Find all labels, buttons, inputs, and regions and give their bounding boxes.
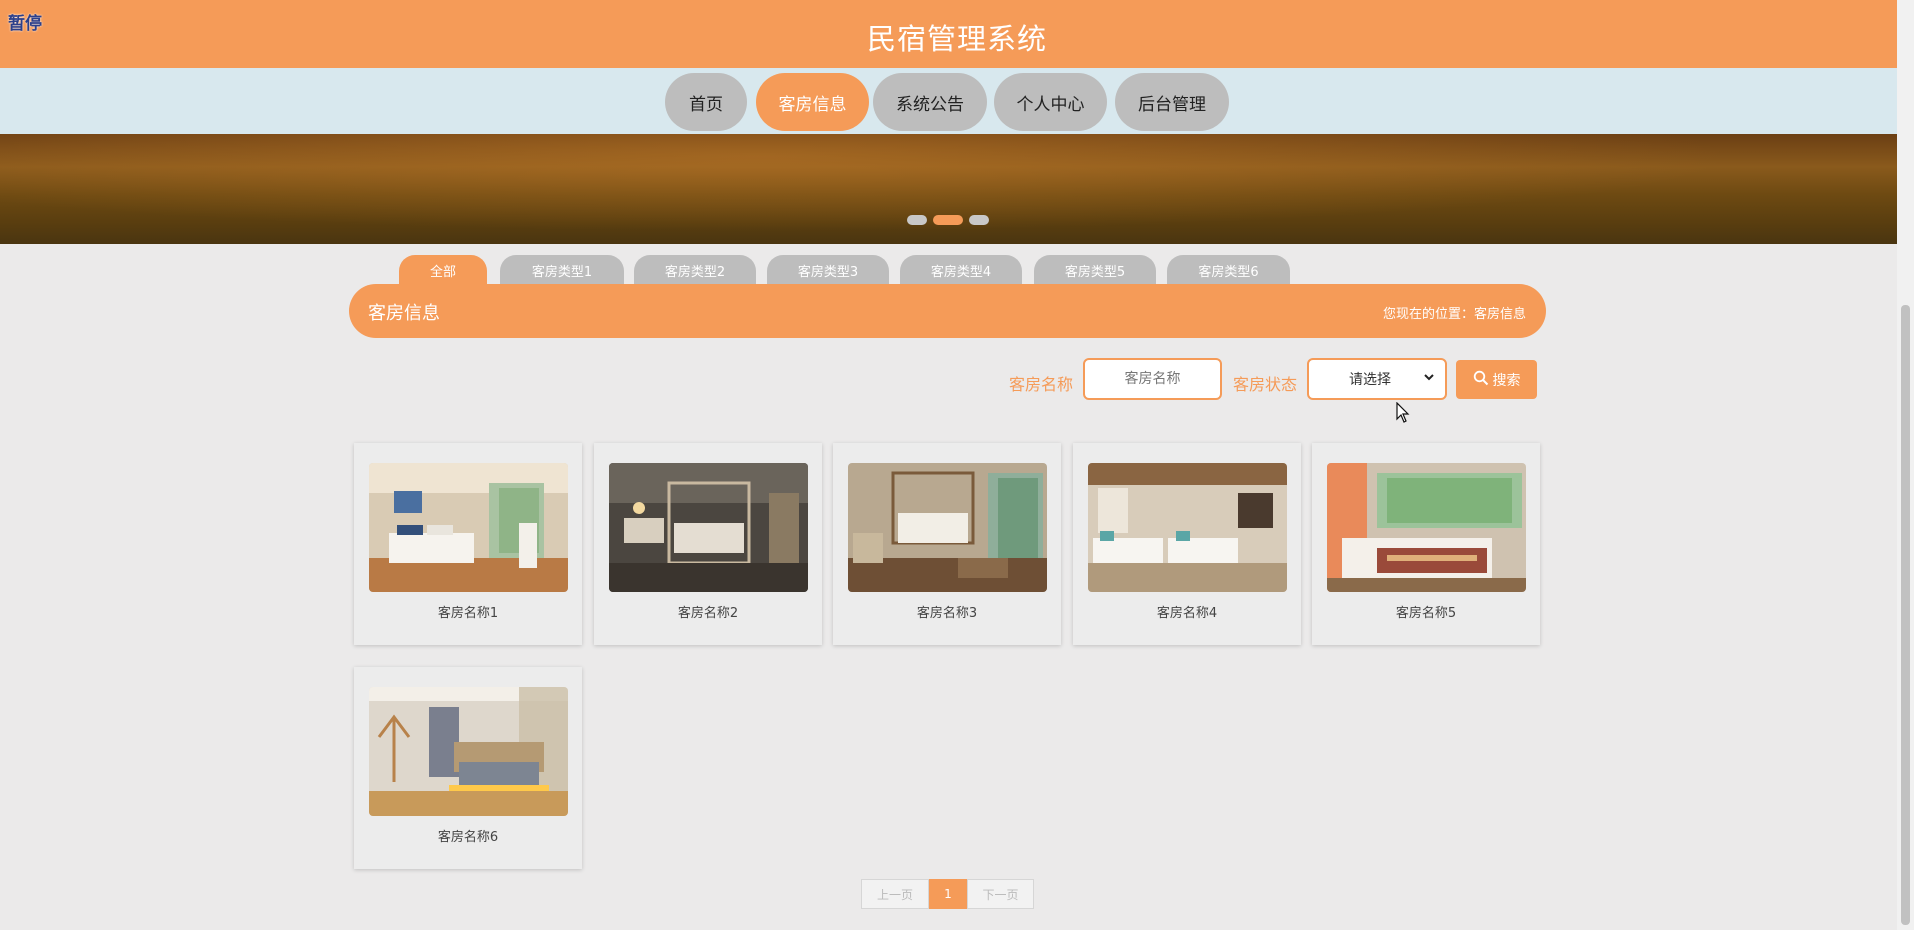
breadcrumb: 您现在的位置：客房信息 — [1382, 307, 1526, 322]
pause-label[interactable]: 暂停 — [8, 9, 42, 34]
main-nav: 首页 客房信息 系统公告 个人中心 后台管理 — [0, 68, 1897, 134]
room-image[interactable] — [609, 463, 808, 592]
room-status-value: 请选择 — [1349, 372, 1391, 388]
room-name[interactable]: 客房名称5 — [1312, 602, 1540, 621]
scroll-thumb[interactable] — [1901, 305, 1910, 925]
section-header: 客房信息 您现在的位置：客房信息 — [349, 284, 1546, 338]
site-title: 民宿管理系统 — [866, 22, 1047, 56]
carousel-dot-3[interactable] — [969, 215, 989, 225]
nav-announcements[interactable]: 系统公告 — [873, 73, 987, 131]
room-name-label: 客房名称 — [1009, 375, 1074, 394]
tab-room-type-5[interactable]: 客房类型5 — [1034, 255, 1156, 287]
room-name[interactable]: 客房名称1 — [354, 602, 582, 621]
section-title: 客房信息 — [368, 303, 440, 324]
tab-room-type-6[interactable]: 客房类型6 — [1167, 255, 1290, 287]
room-name[interactable]: 客房名称2 — [594, 602, 822, 621]
search-button[interactable]: 搜索 — [1456, 360, 1537, 399]
search-icon — [1473, 370, 1489, 390]
room-image[interactable] — [848, 463, 1047, 592]
room-card[interactable]: 客房名称6 — [354, 667, 582, 869]
room-card[interactable]: 客房名称5 — [1312, 443, 1540, 645]
room-name[interactable]: 客房名称6 — [354, 826, 582, 845]
top-header: 民宿管理系统 — [0, 0, 1914, 68]
room-image[interactable] — [1327, 463, 1526, 592]
tab-room-type-3[interactable]: 客房类型3 — [767, 255, 889, 287]
tab-all[interactable]: 全部 — [399, 255, 487, 287]
page-scrollbar[interactable] — [1897, 0, 1914, 930]
carousel-dot-1[interactable] — [907, 215, 927, 225]
room-card[interactable]: 客房名称4 — [1073, 443, 1301, 645]
nav-home[interactable]: 首页 — [665, 73, 747, 131]
room-status-label: 客房状态 — [1233, 375, 1298, 394]
carousel-dot-2[interactable] — [933, 215, 963, 225]
room-image[interactable] — [1088, 463, 1287, 592]
nav-personal-center[interactable]: 个人中心 — [994, 73, 1107, 131]
room-name[interactable]: 客房名称3 — [833, 602, 1061, 621]
room-card[interactable]: 客房名称1 — [354, 443, 582, 645]
room-name-input[interactable] — [1083, 358, 1222, 400]
room-image[interactable] — [369, 463, 568, 592]
room-name[interactable]: 客房名称4 — [1073, 602, 1301, 621]
tab-room-type-2[interactable]: 客房类型2 — [634, 255, 756, 287]
nav-admin[interactable]: 后台管理 — [1115, 73, 1229, 131]
room-status-select[interactable]: 请选择 — [1307, 358, 1447, 400]
nav-rooms[interactable]: 客房信息 — [756, 73, 869, 131]
tab-room-type-4[interactable]: 客房类型4 — [900, 255, 1022, 287]
tab-room-type-1[interactable]: 客房类型1 — [500, 255, 624, 287]
next-page-button[interactable]: 下一页 — [967, 879, 1034, 909]
page-number-current[interactable]: 1 — [929, 879, 967, 909]
chevron-down-icon — [1423, 371, 1435, 387]
prev-page-button[interactable]: 上一页 — [861, 879, 929, 909]
room-card[interactable]: 客房名称3 — [833, 443, 1061, 645]
search-button-label: 搜索 — [1492, 372, 1521, 389]
room-card[interactable]: 客房名称2 — [594, 443, 822, 645]
banner-carousel[interactable] — [0, 134, 1897, 244]
mouse-cursor-icon — [1396, 401, 1410, 428]
room-image[interactable] — [369, 687, 568, 816]
